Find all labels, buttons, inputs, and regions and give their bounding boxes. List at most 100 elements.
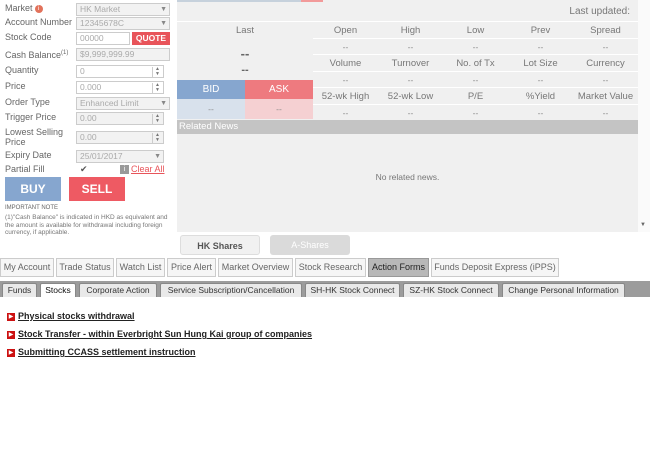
tab-funds[interactable]: Funds (2, 283, 37, 297)
nav-watch-list[interactable]: Watch List (116, 258, 165, 277)
partial-fill-checkbox[interactable]: ✔ (80, 164, 88, 175)
spread-header: Spread (590, 25, 621, 36)
info-icon[interactable]: i (34, 4, 43, 13)
link-physical-stocks-withdrawal[interactable]: Physical stocks withdrawal (18, 311, 135, 321)
link-ccass-settlement[interactable]: Submitting CCASS settlement instruction (18, 347, 196, 357)
partial-fill-row: Partial Fill ✔ i Clear All (5, 164, 175, 177)
volume-header: Volume (329, 58, 362, 69)
tab-sz-hk-stock-connect[interactable]: SZ-HK Stock Connect (403, 283, 499, 297)
52wk-high-value: -- (342, 108, 349, 118)
quantity-value: 0 (80, 66, 85, 76)
pe-header: P/E (467, 91, 484, 102)
no-news-message: No related news. (375, 172, 440, 182)
tab-change-personal-info[interactable]: Change Personal Information (502, 283, 625, 297)
expiry-date-label: Expiry Date (5, 150, 52, 160)
price-value: 0.000 (80, 82, 102, 92)
market-value-header: Market Value (577, 91, 634, 102)
market-row: Market i HK Market ▼ (5, 3, 175, 16)
yield-header: %Yield (525, 91, 556, 102)
low-value: -- (472, 42, 479, 52)
quantity-stepper[interactable]: 0 ▲ ▼ (76, 65, 164, 78)
lowest-selling-label: Lowest Selling (5, 127, 64, 137)
market-select[interactable]: HK Market ▼ (76, 3, 170, 16)
stepper-down-icon[interactable]: ▼ (152, 88, 162, 93)
num-tx-header: No. of Tx (456, 58, 495, 69)
nav-action-forms[interactable]: Action Forms (368, 258, 429, 277)
stock-code-row: Stock Code 00000 QUOTE (5, 32, 175, 45)
buy-button[interactable]: BUY (5, 177, 61, 201)
stepper-down-icon[interactable]: ▼ (152, 72, 162, 77)
trigger-price-label: Trigger Price (5, 112, 57, 122)
high-header: High (400, 25, 421, 36)
nav-market-overview[interactable]: Market Overview (218, 258, 293, 277)
turnover-header: Turnover (391, 58, 430, 69)
last-updated-label: Last updated: (569, 6, 630, 17)
expiry-date-select[interactable]: 25/01/2017 ▼ (76, 150, 164, 163)
cash-balance-value: $9,999,999.99 (80, 49, 135, 59)
market-value: HK Market (80, 4, 121, 14)
quote-scrollbar[interactable] (638, 0, 650, 232)
tab-stocks[interactable]: Stocks (40, 283, 76, 297)
nav-funds-deposit-express[interactable]: Funds Deposit Express (iPPS) (431, 258, 559, 277)
arrow-right-icon: ▶ (7, 330, 15, 339)
trigger-price-row: Trigger Price 0.00 ▲ ▼ (5, 112, 175, 125)
last-price-value: -- (240, 46, 250, 61)
important-note-title: IMPORTANT NOTE (5, 205, 59, 211)
lowest-selling-value: 0.00 (80, 132, 97, 142)
tab-hk-shares[interactable]: HK Shares (180, 235, 260, 255)
account-row: Account Number 12345678C ▼ (5, 17, 175, 30)
arrow-right-icon: ▶ (7, 312, 15, 321)
price-stepper[interactable]: 0.000 ▲ ▼ (76, 81, 164, 94)
chevron-down-icon: ▼ (160, 20, 167, 27)
clear-all-link[interactable]: Clear All (131, 164, 165, 174)
quantity-label: Quantity (5, 65, 39, 75)
tab-sh-hk-stock-connect[interactable]: SH-HK Stock Connect (305, 283, 400, 297)
nav-trade-status[interactable]: Trade Status (56, 258, 114, 277)
important-note-text: (1)"Cash Balance" is indicated in HKD as… (5, 214, 168, 236)
currency-header: Currency (586, 58, 625, 69)
last-change-value: -- (241, 64, 249, 76)
open-value: -- (342, 42, 349, 52)
arrow-right-icon: ▶ (7, 348, 15, 357)
list-item: ▶ Submitting CCASS settlement instruction (7, 346, 196, 358)
open-header: Open (333, 25, 358, 36)
price-label: Price (5, 81, 26, 91)
cash-balance-row: Cash Balance(1) $9,999,999.99 (5, 48, 175, 61)
link-stock-transfer[interactable]: Stock Transfer - within Everbright Sun H… (18, 329, 312, 339)
cash-balance-footnote: (1) (61, 50, 69, 56)
stock-code-label: Stock Code (5, 32, 52, 42)
high-value: -- (407, 42, 414, 52)
sub-nav: Funds Stocks Corporate Action Service Su… (0, 281, 650, 297)
nav-stock-research[interactable]: Stock Research (295, 258, 366, 277)
volume-value: -- (342, 75, 349, 85)
stepper-down-icon[interactable]: ▼ (152, 138, 162, 143)
market-value-value: -- (602, 108, 609, 118)
stock-code-input[interactable]: 00000 (76, 32, 130, 45)
prev-value: -- (537, 42, 544, 52)
expiry-date-value: 25/01/2017 (80, 151, 123, 161)
tab-a-shares[interactable]: A-Shares (270, 235, 350, 255)
nav-price-alert[interactable]: Price Alert (167, 258, 216, 277)
cash-balance-label: Cash Balance (5, 50, 62, 60)
lot-size-value: -- (537, 75, 544, 85)
ask-value: -- (245, 99, 313, 119)
sell-button[interactable]: SELL (69, 177, 125, 201)
tab-service-subscription[interactable]: Service Subscription/Cancellation (160, 283, 302, 297)
info-icon[interactable]: i (120, 165, 129, 174)
stepper-down-icon[interactable]: ▼ (152, 119, 162, 124)
tab-corporate-action[interactable]: Corporate Action (79, 283, 157, 297)
expiry-date-row: Expiry Date 25/01/2017 ▼ (5, 150, 175, 163)
lowest-selling-stepper[interactable]: 0.00 ▲ ▼ (76, 131, 164, 144)
yield-value: -- (537, 108, 544, 118)
list-item: ▶ Physical stocks withdrawal (7, 310, 135, 322)
quantity-row: Quantity 0 ▲ ▼ (5, 65, 175, 78)
account-label: Account Number (5, 17, 73, 27)
top-tab-stub-2 (301, 0, 323, 2)
scroll-down-icon[interactable]: ▼ (640, 222, 646, 228)
chevron-down-icon: ▼ (154, 153, 161, 160)
quote-button[interactable]: QUOTE (132, 32, 170, 45)
nav-my-account[interactable]: My Account (0, 258, 54, 277)
trigger-price-stepper[interactable]: 0.00 ▲ ▼ (76, 112, 164, 125)
order-type-select[interactable]: Enhanced Limit ▼ (76, 97, 170, 110)
account-select[interactable]: 12345678C ▼ (76, 17, 170, 30)
